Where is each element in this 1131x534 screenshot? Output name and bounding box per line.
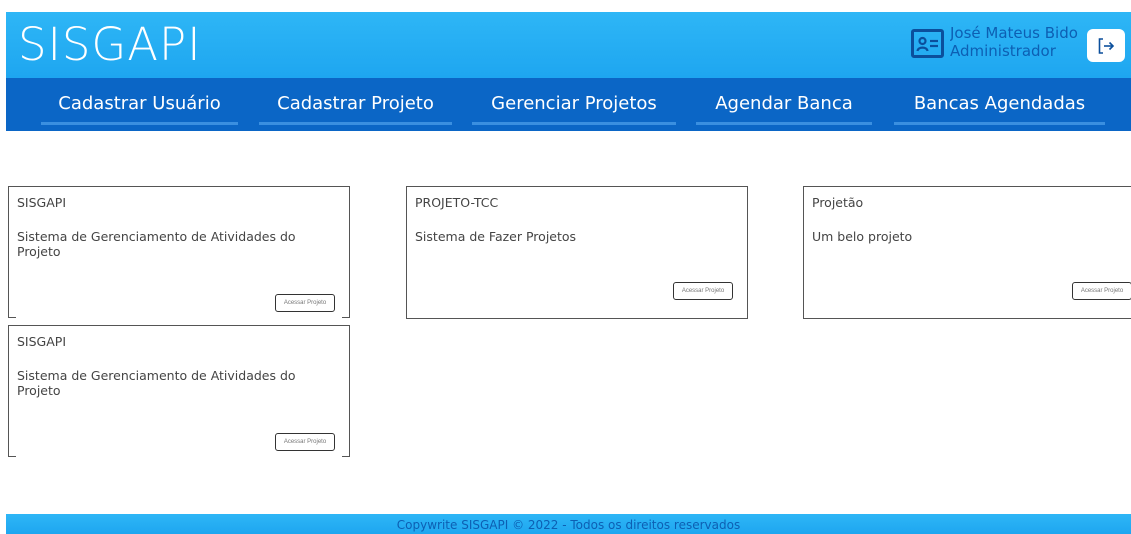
logout-button[interactable]: [1087, 29, 1125, 62]
project-title: PROJETO-TCC: [415, 195, 499, 210]
user-role: Administrador: [950, 42, 1056, 60]
project-description: Um belo projeto: [812, 229, 913, 244]
nav-agendar-banca[interactable]: Agendar Banca: [696, 78, 872, 125]
access-project-button[interactable]: Acessar Projeto: [673, 282, 733, 300]
user-info: José Mateus Bido Administrador: [950, 24, 1086, 60]
project-description: Sistema de Gerenciamento de Atividades d…: [17, 229, 296, 259]
nav-gerenciar-projetos[interactable]: Gerenciar Projetos: [472, 78, 676, 125]
logout-icon: [1098, 37, 1115, 54]
user-name: José Mateus Bido: [950, 24, 1078, 42]
project-card: SISGAPI Sistema de Gerenciamento de Ativ…: [8, 186, 350, 318]
project-description: Sistema de Gerenciamento de Atividades d…: [17, 368, 296, 398]
project-card: PROJETO-TCC Sistema de Fazer Projetos Ac…: [406, 186, 748, 319]
brand-logo-text: SISGAPI: [18, 18, 202, 71]
project-title: Projetão: [812, 195, 864, 210]
nav-cadastrar-usuario[interactable]: Cadastrar Usuário: [41, 78, 238, 125]
footer: Copywrite SISGAPI © 2022 - Todos os dire…: [6, 514, 1131, 534]
id-card-icon: [911, 29, 944, 58]
project-card: Projetão Um belo projeto Acessar Projeto: [803, 186, 1131, 319]
project-card: SISGAPI Sistema de Gerenciamento de Ativ…: [8, 325, 350, 457]
footer-text: Copywrite SISGAPI © 2022 - Todos os dire…: [396, 518, 741, 532]
main-nav: Cadastrar Usuário Cadastrar Projeto Gere…: [6, 78, 1131, 131]
nav-cadastrar-projeto[interactable]: Cadastrar Projeto: [259, 78, 452, 125]
project-title: SISGAPI: [17, 334, 67, 349]
project-description: Sistema de Fazer Projetos: [415, 229, 577, 244]
nav-bancas-agendadas[interactable]: Bancas Agendadas: [894, 78, 1105, 125]
app-header: SISGAPI José Mateus Bido Administrador: [6, 12, 1131, 78]
access-project-button[interactable]: Acessar Projeto: [1072, 282, 1131, 300]
access-project-button[interactable]: Acessar Projeto: [275, 294, 335, 312]
project-title: SISGAPI: [17, 195, 67, 210]
access-project-button[interactable]: Acessar Projeto: [275, 433, 335, 451]
